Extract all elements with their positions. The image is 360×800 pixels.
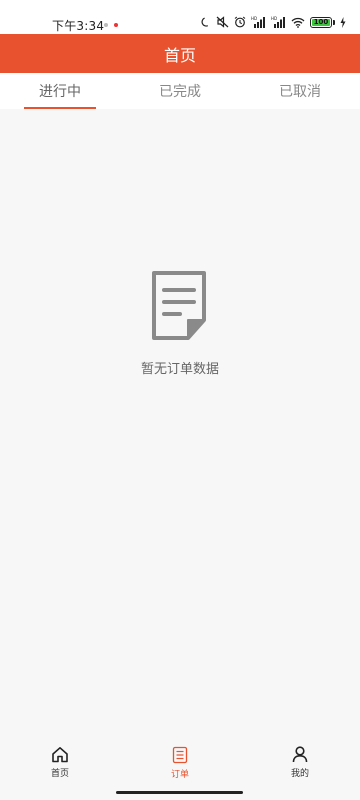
user-icon — [292, 746, 308, 763]
app-screen: 下午3:34 HD HD 100 首页 进行中 已完成 已取消 暂无订单数据 首… — [0, 0, 360, 800]
nav-label-home: 首页 — [50, 769, 69, 779]
nav-label-orders: 订单 — [170, 770, 189, 780]
nav-item-orders[interactable]: 订单 — [150, 746, 210, 780]
status-icons: HD HD 100 — [200, 16, 346, 28]
wifi-icon — [291, 17, 305, 28]
notification-dot-red-icon — [114, 23, 118, 27]
status-bar: 下午3:34 HD HD 100 — [0, 0, 360, 34]
status-time: 下午3:34 — [52, 19, 105, 33]
app-header: 首页 — [0, 34, 360, 73]
nav-item-home[interactable]: 首页 — [30, 746, 90, 779]
mute-icon — [216, 16, 229, 28]
tab-completed[interactable]: 已完成 — [140, 73, 220, 109]
document-icon — [152, 271, 206, 340]
svg-text:HD: HD — [251, 16, 257, 21]
signal-hd-2-icon: HD — [271, 16, 285, 28]
tab-cancelled[interactable]: 已取消 — [260, 73, 340, 109]
notification-dots — [104, 23, 118, 27]
signal-hd-icon: HD — [251, 16, 265, 28]
nav-item-profile[interactable]: 我的 — [270, 746, 330, 779]
home-indicator[interactable] — [116, 791, 243, 794]
tab-in-progress[interactable]: 进行中 — [20, 73, 100, 109]
charging-icon — [340, 16, 346, 28]
home-icon — [52, 747, 68, 763]
battery-icon: 100 — [310, 16, 335, 28]
svg-text:HD: HD — [271, 16, 277, 21]
moon-icon — [201, 17, 209, 27]
battery-level: 100 — [312, 17, 330, 26]
order-status-tabs: 进行中 已完成 已取消 — [0, 73, 360, 109]
nav-label-profile: 我的 — [290, 769, 309, 779]
order-icon — [172, 746, 188, 764]
notification-dot-icon — [104, 23, 108, 27]
empty-message: 暂无订单数据 — [140, 362, 219, 377]
active-tab-indicator — [24, 107, 96, 109]
empty-state: 暂无订单数据 — [0, 270, 360, 377]
page-title: 首页 — [163, 45, 196, 65]
alarm-icon — [234, 16, 246, 28]
